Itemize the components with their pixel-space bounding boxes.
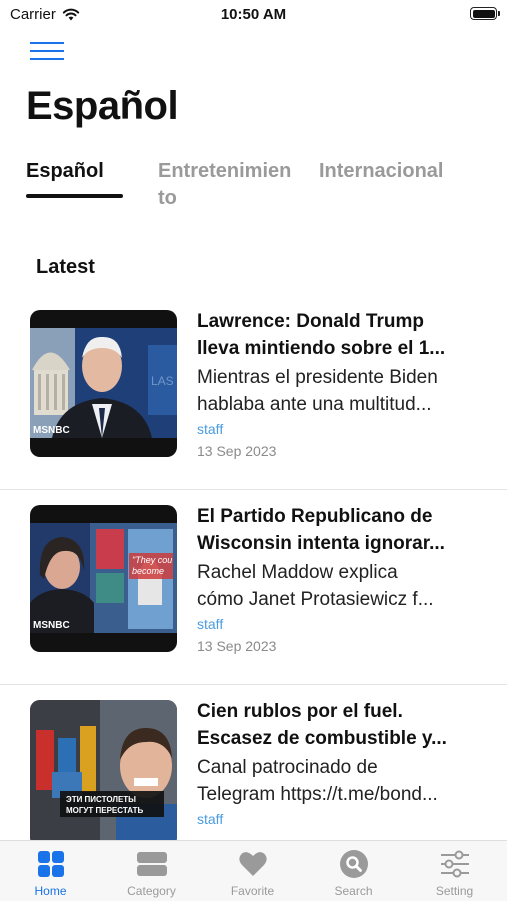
article-desc-line: Rachel Maddow explica: [197, 562, 398, 583]
svg-text:"They cou: "They cou: [132, 555, 172, 565]
article-title-line: Escasez de combustible y...: [197, 728, 447, 749]
section-title: Latest: [36, 256, 95, 278]
page-title: Español: [26, 84, 179, 128]
tabbar-home[interactable]: Home: [0, 841, 101, 901]
article-desc-line: Canal patrocinado de: [197, 757, 378, 778]
active-tab-indicator: [26, 194, 123, 198]
tab-internacional[interactable]: Internacional: [319, 158, 443, 185]
article-item[interactable]: LAS MSNBC Lawrence: Donald Trump lleva m…: [0, 294, 507, 490]
article-title-line: El Partido Republicano de: [197, 506, 433, 527]
tab-entretenimiento[interactable]: Entretenimien to: [158, 158, 291, 212]
article-author[interactable]: staff: [197, 616, 223, 632]
tab-label-wrap: to: [158, 187, 177, 209]
status-time: 10:50 AM: [220, 6, 287, 23]
tabbar-label: Favorite: [230, 884, 275, 898]
article-title: El Partido Republicano de Wisconsin inte…: [197, 503, 477, 557]
article-title-line: Cien rublos por el fuel.: [197, 701, 403, 722]
article-date: 13 Sep 2023: [197, 638, 277, 654]
network-badge: MSNBC: [33, 620, 70, 631]
svg-text:LAS: LAS: [151, 374, 174, 388]
tabbar-label: Home: [34, 884, 67, 898]
search-icon: [340, 850, 368, 878]
tab-label: Español: [26, 160, 104, 182]
article-author[interactable]: staff: [197, 811, 223, 827]
heart-icon: [239, 852, 267, 876]
tabbar-category[interactable]: Category: [101, 841, 202, 901]
tabbar-label: Setting: [435, 884, 474, 898]
svg-text:become: become: [132, 566, 164, 576]
tab-espanol[interactable]: Español: [26, 158, 104, 185]
network-badge: MSNBC: [33, 425, 70, 436]
svg-text:МОГУТ ПЕРЕСТАТЬ: МОГУТ ПЕРЕСТАТЬ: [66, 806, 143, 815]
grid-icon: [38, 851, 64, 877]
article-desc-line: Mientras el presidente Biden: [197, 367, 438, 388]
category-tabs: Español Entretenimien to Internacional: [26, 158, 496, 218]
tabbar-label: Search: [334, 884, 373, 898]
article-title: Cien rublos por el fuel. Escasez de comb…: [197, 698, 477, 752]
tabbar-setting[interactable]: Setting: [404, 841, 505, 901]
article-title: Lawrence: Donald Trump lleva mintiendo s…: [197, 308, 477, 362]
article-desc-line: hablaba ante una multitud...: [197, 394, 432, 415]
tab-label: Internacional: [319, 160, 444, 182]
tab-label: Entretenimien: [158, 160, 292, 182]
article-description: Canal patrocinado de Telegram https://t.…: [197, 754, 477, 808]
hamburger-line: [30, 50, 64, 52]
hamburger-line: [30, 58, 64, 60]
menu-button[interactable]: [30, 42, 64, 62]
tabbar-favorite[interactable]: Favorite: [202, 841, 303, 901]
article-description: Mientras el presidente Biden hablaba ant…: [197, 364, 477, 418]
article-thumbnail: ЭТИ ПИСТОЛЕТЫ МОГУТ ПЕРЕСТАТЬ: [30, 700, 177, 847]
status-bar: Carrier 10:50 AM: [0, 0, 507, 30]
article-item[interactable]: "They cou become MSNBC El Partido Republ…: [0, 489, 507, 685]
article-author[interactable]: staff: [197, 421, 223, 437]
article-date: 13 Sep 2023: [197, 443, 277, 459]
sliders-icon: [441, 850, 469, 878]
tabbar-search[interactable]: Search: [303, 841, 404, 901]
category-icon: [137, 852, 167, 876]
article-title-line: Wisconsin intenta ignorar...: [197, 533, 445, 554]
tabbar-label: Category: [127, 884, 176, 898]
article-desc-line: cómo Janet Protasiewicz f...: [197, 589, 434, 610]
article-title-line: Lawrence: Donald Trump: [197, 311, 424, 332]
article-thumbnail: LAS MSNBC: [30, 310, 177, 457]
svg-text:ЭТИ ПИСТОЛЕТЫ: ЭТИ ПИСТОЛЕТЫ: [66, 795, 136, 804]
battery-icon: [470, 7, 500, 20]
article-description: Rachel Maddow explica cómo Janet Protasi…: [197, 559, 477, 613]
bottom-tab-bar: Home Category Favorite Search Setting: [0, 840, 507, 901]
hamburger-line: [30, 42, 64, 44]
article-title-line: lleva mintiendo sobre el 1...: [197, 338, 446, 359]
article-thumbnail: "They cou become MSNBC: [30, 505, 177, 652]
article-desc-line: Telegram https://t.me/bond...: [197, 784, 438, 805]
